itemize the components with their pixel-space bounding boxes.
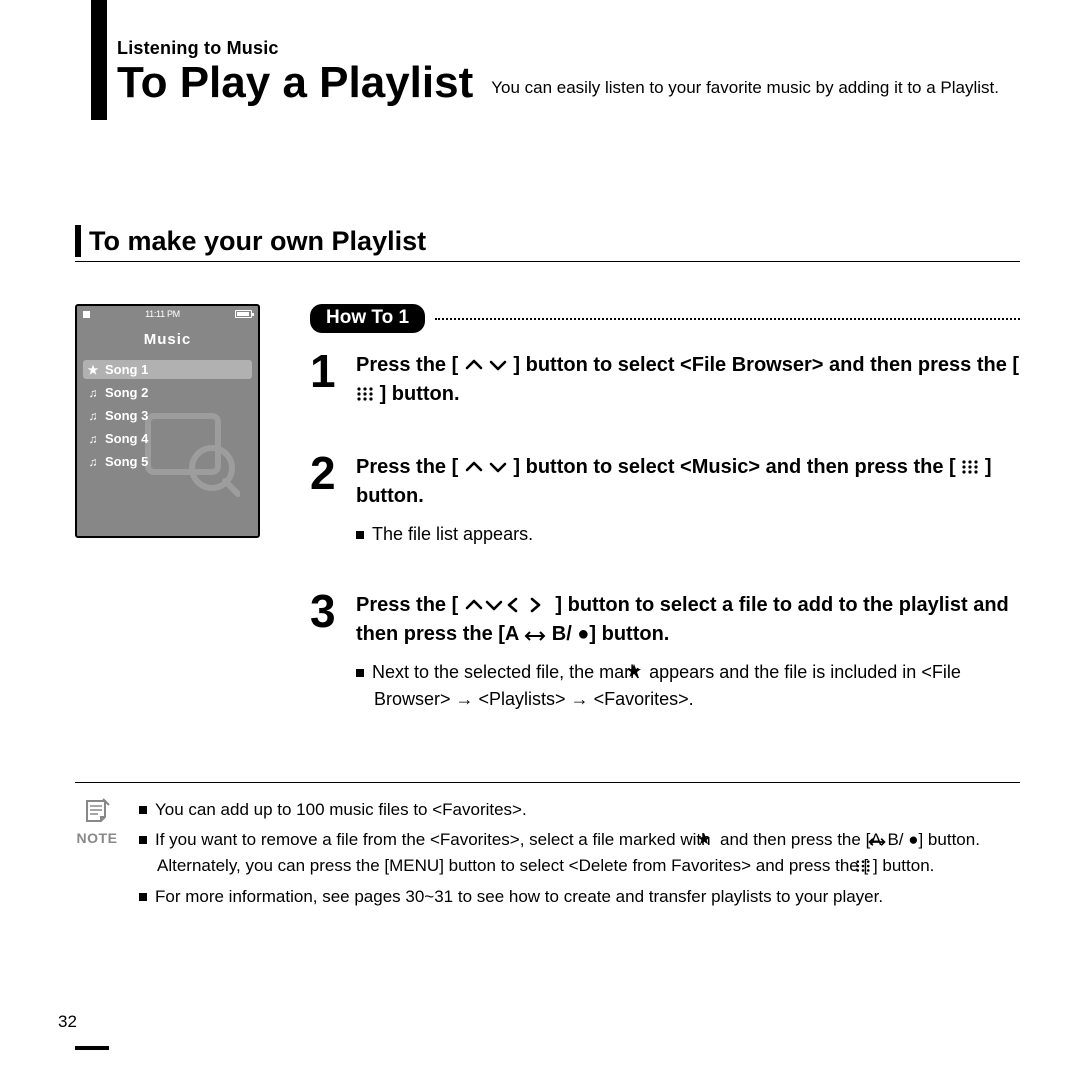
device-heading: Music: [77, 331, 258, 348]
music-note-icon: ♫: [87, 455, 99, 469]
page-title: To Play a Playlist: [117, 61, 473, 105]
bullet-square-icon: [139, 893, 147, 901]
step-text: B/ ●] button.: [552, 623, 670, 645]
up-down-chevron-icon: [464, 357, 508, 373]
step-3: 3 Press the [ ] button to select a file …: [310, 591, 1020, 711]
step-number: 1: [310, 351, 342, 409]
page-number: 32: [58, 1012, 77, 1032]
step-text: ] button to select <File Browser> and th…: [513, 354, 1019, 376]
note-item: You can add up to 100 music files to <Fa…: [139, 797, 1020, 823]
star-icon: ★: [87, 363, 99, 377]
step-1: 1 Press the [ ] button to select <File B…: [310, 351, 1020, 409]
up-down-chevron-icon: [464, 459, 508, 475]
section-underline: [75, 261, 1020, 262]
step-number: 3: [310, 591, 342, 711]
grid-dots-icon: [961, 459, 979, 475]
step-number: 2: [310, 453, 342, 547]
note-item: For more information, see pages 30~31 to…: [139, 884, 1020, 910]
device-screen-mockup: 11:11 PM Music ★ Song 1 ♫ Song 2 ♫: [75, 304, 260, 538]
up-down-left-right-chevron-icon: [464, 597, 550, 613]
step-text: Press the [: [356, 354, 458, 376]
step-subtext: The file list appears.: [356, 521, 1020, 547]
song-label: Song 1: [105, 362, 148, 377]
dotted-leader: [435, 318, 1020, 320]
device-clock: 11:11 PM: [145, 309, 180, 319]
step-text: Press the [: [356, 456, 458, 478]
section-heading: To make your own Playlist: [75, 225, 1020, 257]
step-2: 2 Press the [ ] button to select <Music>…: [310, 453, 1020, 547]
step-text: ] button to select <Music> and then pres…: [513, 456, 955, 478]
step-text: Press the [: [356, 594, 458, 616]
page-subtitle: You can easily listen to your favorite m…: [491, 77, 999, 105]
bullet-square-icon: [356, 669, 364, 677]
pencil-note-icon: [83, 797, 111, 828]
step-subtext: Next to the selected file, the mark appe…: [356, 659, 1020, 711]
bullet-square-icon: [356, 531, 364, 539]
page-number-bar: [75, 1046, 109, 1050]
step-text: ] button.: [380, 383, 460, 405]
device-stop-icon: [83, 311, 90, 318]
bullet-square-icon: [139, 836, 147, 844]
note-item: If you want to remove a file from the <F…: [139, 827, 1020, 880]
note-label: NOTE: [75, 830, 119, 846]
bullet-square-icon: [139, 806, 147, 814]
battery-icon: [235, 310, 252, 318]
device-watermark-icon: [140, 396, 240, 506]
list-item: ★ Song 1: [83, 360, 252, 379]
section-heading-text: To make your own Playlist: [89, 225, 1020, 257]
music-note-icon: ♫: [87, 409, 99, 423]
grid-dots-icon: [356, 386, 374, 402]
music-note-icon: ♫: [87, 432, 99, 446]
chapter-overline: Listening to Music: [117, 38, 1020, 59]
left-right-arrow-icon: [524, 630, 546, 642]
howto-badge: How To 1: [310, 304, 425, 333]
note-box: NOTE You can add up to 100 music files t…: [75, 782, 1020, 914]
music-note-icon: ♫: [87, 386, 99, 400]
